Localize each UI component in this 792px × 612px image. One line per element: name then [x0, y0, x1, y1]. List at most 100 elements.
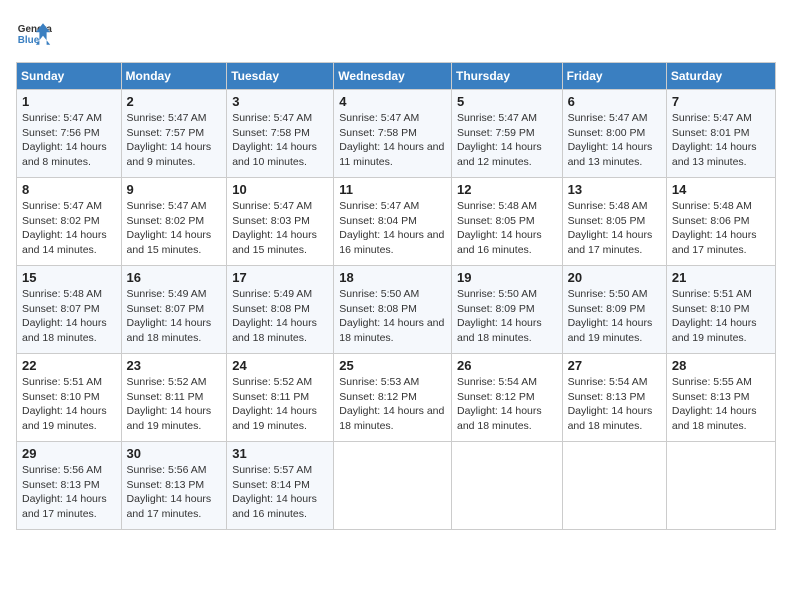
cell-info: Sunrise: 5:49 AM Sunset: 8:07 PM Dayligh… [127, 287, 222, 346]
day-header-saturday: Saturday [666, 63, 775, 90]
cell-info: Sunrise: 5:47 AM Sunset: 8:01 PM Dayligh… [672, 111, 770, 170]
calendar-cell: 21 Sunrise: 5:51 AM Sunset: 8:10 PM Dayl… [666, 266, 775, 354]
calendar-cell: 29 Sunrise: 5:56 AM Sunset: 8:13 PM Dayl… [17, 442, 122, 530]
calendar-cell: 24 Sunrise: 5:52 AM Sunset: 8:11 PM Dayl… [227, 354, 334, 442]
calendar-cell: 7 Sunrise: 5:47 AM Sunset: 8:01 PM Dayli… [666, 90, 775, 178]
day-number: 21 [672, 270, 770, 285]
day-number: 2 [127, 94, 222, 109]
calendar-week-1: 1 Sunrise: 5:47 AM Sunset: 7:56 PM Dayli… [17, 90, 776, 178]
calendar-cell [451, 442, 562, 530]
cell-info: Sunrise: 5:47 AM Sunset: 8:02 PM Dayligh… [22, 199, 116, 258]
cell-info: Sunrise: 5:54 AM Sunset: 8:13 PM Dayligh… [568, 375, 661, 434]
cell-info: Sunrise: 5:47 AM Sunset: 7:57 PM Dayligh… [127, 111, 222, 170]
calendar-cell: 9 Sunrise: 5:47 AM Sunset: 8:02 PM Dayli… [121, 178, 227, 266]
calendar-cell: 14 Sunrise: 5:48 AM Sunset: 8:06 PM Dayl… [666, 178, 775, 266]
day-number: 29 [22, 446, 116, 461]
calendar-cell: 28 Sunrise: 5:55 AM Sunset: 8:13 PM Dayl… [666, 354, 775, 442]
day-number: 11 [339, 182, 446, 197]
day-number: 9 [127, 182, 222, 197]
day-number: 27 [568, 358, 661, 373]
day-header-monday: Monday [121, 63, 227, 90]
cell-info: Sunrise: 5:47 AM Sunset: 8:04 PM Dayligh… [339, 199, 446, 258]
day-header-tuesday: Tuesday [227, 63, 334, 90]
calendar-cell: 10 Sunrise: 5:47 AM Sunset: 8:03 PM Dayl… [227, 178, 334, 266]
day-number: 20 [568, 270, 661, 285]
day-number: 25 [339, 358, 446, 373]
day-header-wednesday: Wednesday [334, 63, 452, 90]
cell-info: Sunrise: 5:48 AM Sunset: 8:05 PM Dayligh… [457, 199, 557, 258]
calendar-cell: 31 Sunrise: 5:57 AM Sunset: 8:14 PM Dayl… [227, 442, 334, 530]
day-number: 31 [232, 446, 328, 461]
day-number: 24 [232, 358, 328, 373]
calendar-cell: 30 Sunrise: 5:56 AM Sunset: 8:13 PM Dayl… [121, 442, 227, 530]
cell-info: Sunrise: 5:49 AM Sunset: 8:08 PM Dayligh… [232, 287, 328, 346]
calendar-week-2: 8 Sunrise: 5:47 AM Sunset: 8:02 PM Dayli… [17, 178, 776, 266]
calendar-cell: 27 Sunrise: 5:54 AM Sunset: 8:13 PM Dayl… [562, 354, 666, 442]
calendar-cell: 11 Sunrise: 5:47 AM Sunset: 8:04 PM Dayl… [334, 178, 452, 266]
day-number: 5 [457, 94, 557, 109]
calendar-week-3: 15 Sunrise: 5:48 AM Sunset: 8:07 PM Dayl… [17, 266, 776, 354]
cell-info: Sunrise: 5:47 AM Sunset: 7:58 PM Dayligh… [339, 111, 446, 170]
cell-info: Sunrise: 5:47 AM Sunset: 8:00 PM Dayligh… [568, 111, 661, 170]
day-number: 7 [672, 94, 770, 109]
calendar-cell: 2 Sunrise: 5:47 AM Sunset: 7:57 PM Dayli… [121, 90, 227, 178]
calendar-cell: 12 Sunrise: 5:48 AM Sunset: 8:05 PM Dayl… [451, 178, 562, 266]
header: General Blue [16, 16, 776, 52]
calendar-cell [666, 442, 775, 530]
calendar-cell: 23 Sunrise: 5:52 AM Sunset: 8:11 PM Dayl… [121, 354, 227, 442]
cell-info: Sunrise: 5:56 AM Sunset: 8:13 PM Dayligh… [127, 463, 222, 522]
day-number: 14 [672, 182, 770, 197]
day-number: 17 [232, 270, 328, 285]
cell-info: Sunrise: 5:50 AM Sunset: 8:08 PM Dayligh… [339, 287, 446, 346]
cell-info: Sunrise: 5:47 AM Sunset: 7:58 PM Dayligh… [232, 111, 328, 170]
calendar-cell: 17 Sunrise: 5:49 AM Sunset: 8:08 PM Dayl… [227, 266, 334, 354]
day-number: 15 [22, 270, 116, 285]
calendar-cell: 5 Sunrise: 5:47 AM Sunset: 7:59 PM Dayli… [451, 90, 562, 178]
day-number: 23 [127, 358, 222, 373]
calendar-cell [562, 442, 666, 530]
day-number: 16 [127, 270, 222, 285]
day-number: 18 [339, 270, 446, 285]
day-number: 28 [672, 358, 770, 373]
calendar-table: SundayMondayTuesdayWednesdayThursdayFrid… [16, 62, 776, 530]
calendar-cell: 22 Sunrise: 5:51 AM Sunset: 8:10 PM Dayl… [17, 354, 122, 442]
calendar-cell: 18 Sunrise: 5:50 AM Sunset: 8:08 PM Dayl… [334, 266, 452, 354]
calendar-cell [334, 442, 452, 530]
calendar-cell: 25 Sunrise: 5:53 AM Sunset: 8:12 PM Dayl… [334, 354, 452, 442]
cell-info: Sunrise: 5:51 AM Sunset: 8:10 PM Dayligh… [22, 375, 116, 434]
cell-info: Sunrise: 5:48 AM Sunset: 8:06 PM Dayligh… [672, 199, 770, 258]
calendar-week-4: 22 Sunrise: 5:51 AM Sunset: 8:10 PM Dayl… [17, 354, 776, 442]
cell-info: Sunrise: 5:47 AM Sunset: 8:02 PM Dayligh… [127, 199, 222, 258]
cell-info: Sunrise: 5:52 AM Sunset: 8:11 PM Dayligh… [127, 375, 222, 434]
cell-info: Sunrise: 5:47 AM Sunset: 8:03 PM Dayligh… [232, 199, 328, 258]
cell-info: Sunrise: 5:50 AM Sunset: 8:09 PM Dayligh… [457, 287, 557, 346]
cell-info: Sunrise: 5:47 AM Sunset: 7:59 PM Dayligh… [457, 111, 557, 170]
cell-info: Sunrise: 5:47 AM Sunset: 7:56 PM Dayligh… [22, 111, 116, 170]
logo: General Blue [16, 16, 52, 52]
calendar-cell: 13 Sunrise: 5:48 AM Sunset: 8:05 PM Dayl… [562, 178, 666, 266]
calendar-cell: 16 Sunrise: 5:49 AM Sunset: 8:07 PM Dayl… [121, 266, 227, 354]
cell-info: Sunrise: 5:51 AM Sunset: 8:10 PM Dayligh… [672, 287, 770, 346]
day-number: 19 [457, 270, 557, 285]
calendar-cell: 20 Sunrise: 5:50 AM Sunset: 8:09 PM Dayl… [562, 266, 666, 354]
day-number: 6 [568, 94, 661, 109]
day-number: 4 [339, 94, 446, 109]
day-number: 10 [232, 182, 328, 197]
day-number: 12 [457, 182, 557, 197]
day-number: 26 [457, 358, 557, 373]
day-number: 22 [22, 358, 116, 373]
day-number: 13 [568, 182, 661, 197]
calendar-cell: 4 Sunrise: 5:47 AM Sunset: 7:58 PM Dayli… [334, 90, 452, 178]
day-number: 8 [22, 182, 116, 197]
cell-info: Sunrise: 5:48 AM Sunset: 8:05 PM Dayligh… [568, 199, 661, 258]
day-header-sunday: Sunday [17, 63, 122, 90]
calendar-cell: 19 Sunrise: 5:50 AM Sunset: 8:09 PM Dayl… [451, 266, 562, 354]
calendar-cell: 8 Sunrise: 5:47 AM Sunset: 8:02 PM Dayli… [17, 178, 122, 266]
logo-icon: General Blue [16, 16, 52, 52]
calendar-week-5: 29 Sunrise: 5:56 AM Sunset: 8:13 PM Dayl… [17, 442, 776, 530]
calendar-cell: 15 Sunrise: 5:48 AM Sunset: 8:07 PM Dayl… [17, 266, 122, 354]
day-header-thursday: Thursday [451, 63, 562, 90]
calendar-cell: 6 Sunrise: 5:47 AM Sunset: 8:00 PM Dayli… [562, 90, 666, 178]
cell-info: Sunrise: 5:57 AM Sunset: 8:14 PM Dayligh… [232, 463, 328, 522]
cell-info: Sunrise: 5:56 AM Sunset: 8:13 PM Dayligh… [22, 463, 116, 522]
